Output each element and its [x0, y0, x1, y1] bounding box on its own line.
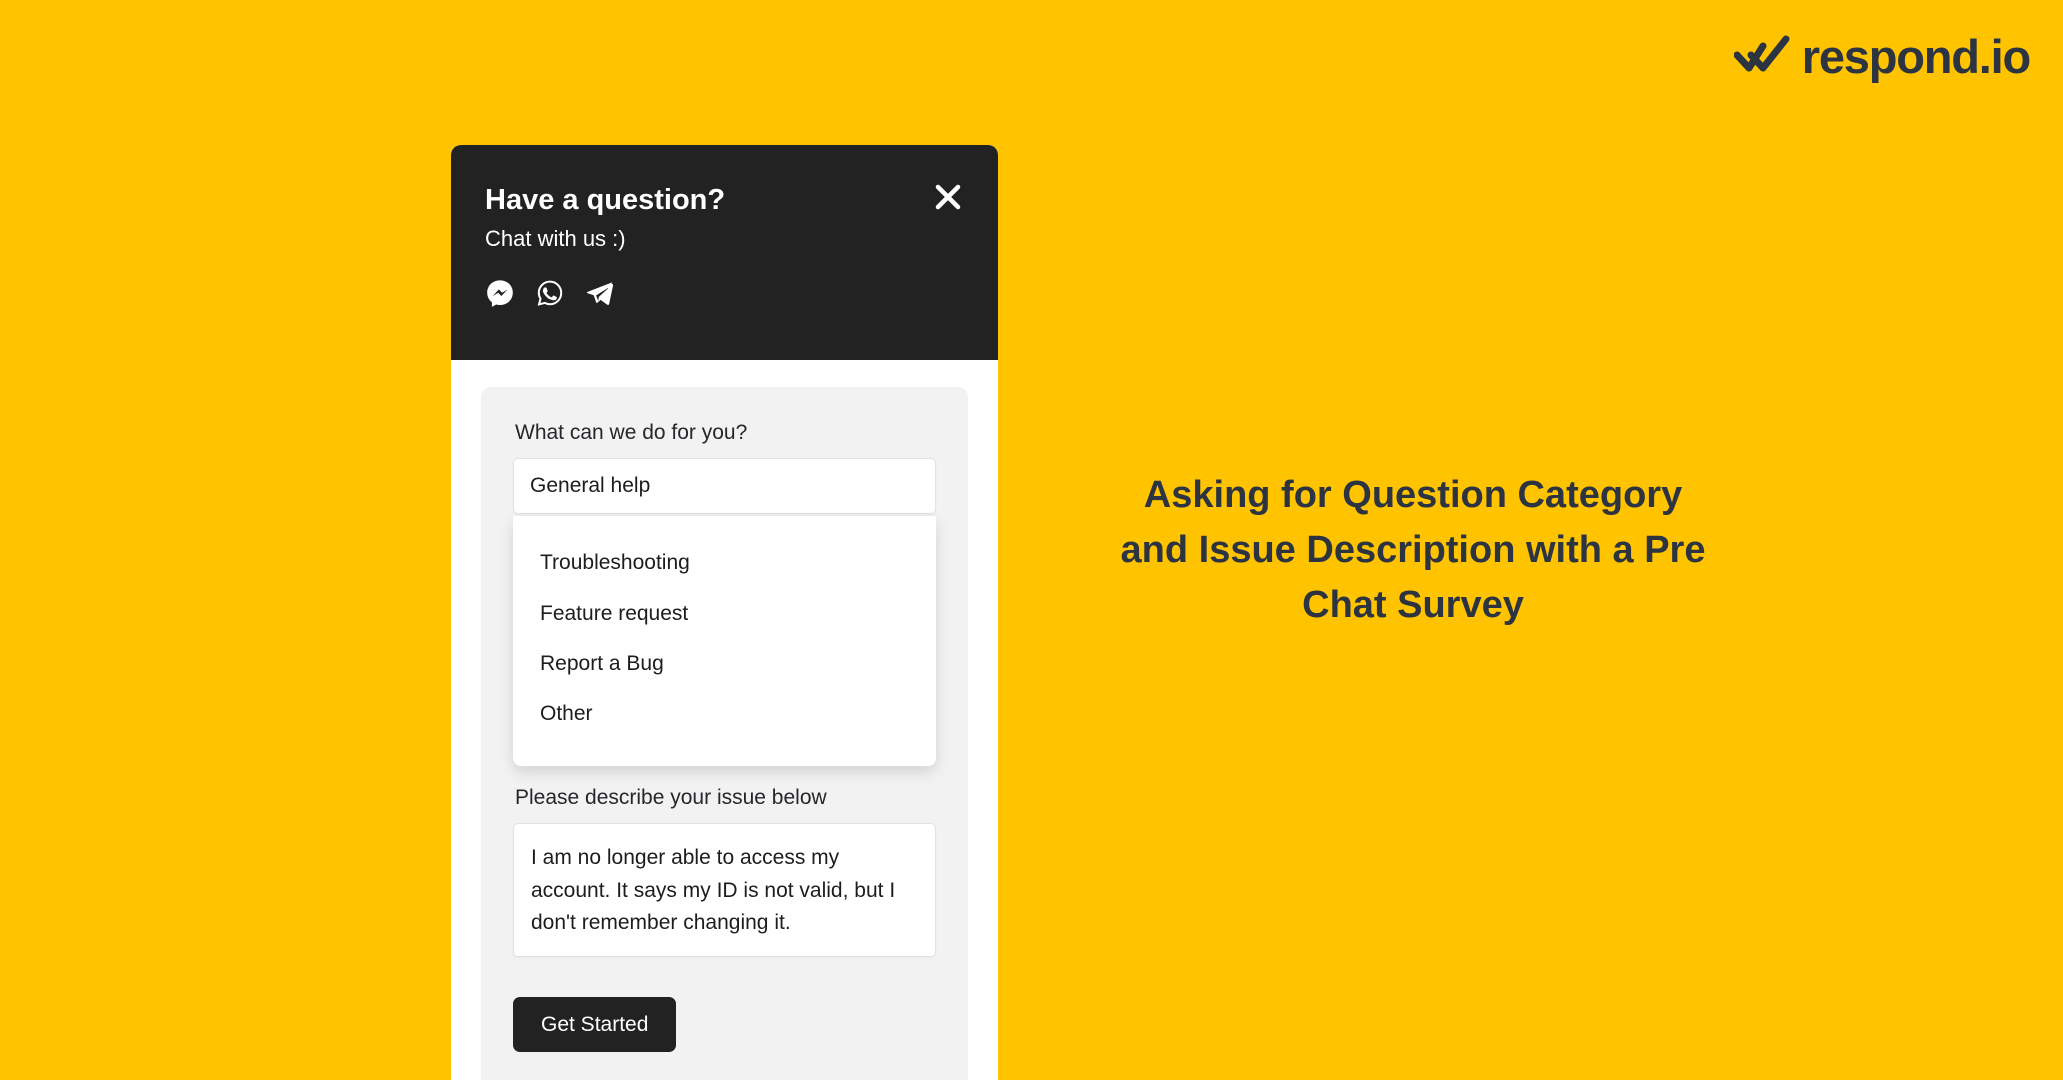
widget-title: Have a question?	[485, 184, 726, 216]
chat-widget: Have a question? Chat with us :) What ca…	[451, 145, 998, 1080]
issue-description-group: Please describe your issue below I am no…	[513, 784, 936, 957]
brand-logo: respond.io	[1733, 30, 2031, 83]
whatsapp-icon[interactable]	[535, 278, 565, 308]
dropdown-option-report-a-bug[interactable]: Report a Bug	[513, 639, 936, 689]
telegram-icon[interactable]	[585, 278, 615, 308]
pre-chat-survey-panel: What can we do for you? General help Tro…	[481, 387, 968, 1080]
dropdown-option-feature-request[interactable]: Feature request	[513, 589, 936, 639]
messenger-icon[interactable]	[485, 278, 515, 308]
close-icon[interactable]	[930, 179, 966, 215]
category-label: What can we do for you?	[515, 421, 748, 444]
question-category-group: What can we do for you? General help Tro…	[513, 419, 936, 766]
get-started-button[interactable]: Get Started	[513, 996, 677, 1052]
dropdown-option-other[interactable]: Other	[513, 689, 936, 739]
channel-icon-list	[485, 278, 964, 308]
category-select[interactable]: General help	[513, 458, 936, 515]
page-caption: Asking for Question Category and Issue D…	[1120, 474, 1706, 627]
category-dropdown-list: Troubleshooting Feature request Report a…	[513, 516, 936, 766]
widget-header: Have a question? Chat with us :)	[451, 145, 998, 360]
issue-textarea[interactable]: I am no longer able to access my account…	[513, 822, 936, 957]
category-selected-value: General help	[530, 474, 651, 498]
brand-wordmark: respond.io	[1801, 30, 2031, 83]
widget-subtitle: Chat with us :)	[485, 225, 626, 251]
issue-label: Please describe your issue below	[515, 785, 827, 809]
double-check-icon	[1733, 33, 1792, 80]
dropdown-option-troubleshooting[interactable]: Troubleshooting	[513, 538, 936, 588]
